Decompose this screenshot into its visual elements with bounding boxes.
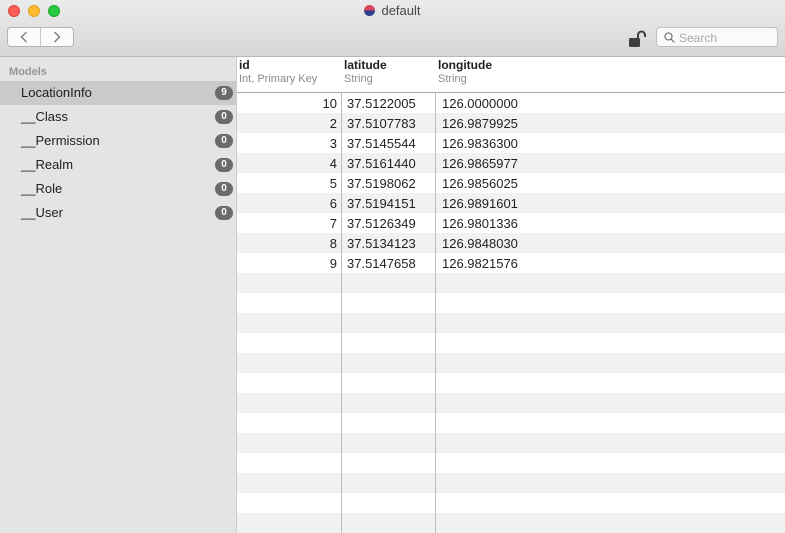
- search-input[interactable]: [679, 30, 773, 45]
- cell-longitude[interactable]: 126.9865977: [442, 156, 518, 171]
- cell-longitude[interactable]: 126.9801336: [442, 216, 518, 231]
- table-row[interactable]: 2 37.5107783 126.9879925: [237, 113, 785, 133]
- back-button[interactable]: [8, 28, 41, 46]
- column-header-latitude[interactable]: latitude String: [342, 57, 435, 93]
- cell-longitude[interactable]: 126.9836300: [442, 136, 518, 151]
- column-type: String: [344, 73, 373, 85]
- sidebar-item-label: __Permission: [21, 133, 100, 148]
- table-row[interactable]: 9 37.5147658 126.9821576: [237, 253, 785, 273]
- cell-latitude[interactable]: 37.5147658: [347, 256, 416, 271]
- cell-id[interactable]: 2: [237, 116, 337, 131]
- table-row[interactable]: 3 37.5145544 126.9836300: [237, 133, 785, 153]
- cell-latitude[interactable]: 37.5134123: [347, 236, 416, 251]
- window-title: default: [381, 3, 421, 18]
- column-type: Int, Primary Key: [239, 73, 318, 85]
- table-rows: 10 37.5122005 126.0000000 2 37.5107783 1…: [237, 93, 785, 533]
- cell-id[interactable]: 6: [237, 196, 337, 211]
- count-badge: 0: [215, 182, 233, 196]
- cell-longitude[interactable]: 126.0000000: [442, 96, 518, 111]
- count-badge: 9: [215, 86, 233, 100]
- sidebar-item-class[interactable]: __Class 0: [0, 105, 236, 129]
- cell-id[interactable]: 5: [237, 176, 337, 191]
- table-row[interactable]: 4 37.5161440 126.9865977: [237, 153, 785, 173]
- table-row[interactable]: 5 37.5198062 126.9856025: [237, 173, 785, 193]
- sidebar-item-label: __Class: [21, 109, 68, 124]
- cell-id[interactable]: 7: [237, 216, 337, 231]
- title-bar: default: [0, 0, 785, 57]
- count-badge: 0: [215, 110, 233, 124]
- cell-latitude[interactable]: 37.5122005: [347, 96, 416, 111]
- models-list: LocationInfo 9 __Class 0 __Permission 0 …: [0, 81, 236, 225]
- cell-id[interactable]: 3: [237, 136, 337, 151]
- sidebar-heading: Models: [9, 66, 47, 78]
- chevron-left-icon: [20, 31, 27, 43]
- cell-id[interactable]: 9: [237, 256, 337, 271]
- cell-longitude[interactable]: 126.9891601: [442, 196, 518, 211]
- column-type: String: [438, 73, 467, 85]
- sidebar-item-user[interactable]: __User 0: [0, 201, 236, 225]
- models-sidebar: Models LocationInfo 9 __Class 0 __Permis…: [0, 57, 237, 533]
- cell-latitude[interactable]: 37.5161440: [347, 156, 416, 171]
- count-badge: 0: [215, 158, 233, 172]
- cell-longitude[interactable]: 126.9848030: [442, 236, 518, 251]
- column-divider[interactable]: [435, 93, 436, 533]
- table-row[interactable]: 10 37.5122005 126.0000000: [237, 93, 785, 113]
- table-row[interactable]: 8 37.5134123 126.9848030: [237, 233, 785, 253]
- search-icon: [664, 32, 675, 43]
- cell-id[interactable]: 4: [237, 156, 337, 171]
- column-divider[interactable]: [341, 93, 342, 533]
- sidebar-item-label: __Role: [21, 181, 63, 196]
- sidebar-item-permission[interactable]: __Permission 0: [0, 129, 236, 153]
- cell-latitude[interactable]: 37.5198062: [347, 176, 416, 191]
- realm-file-icon: [364, 5, 376, 16]
- sidebar-item-label: LocationInfo: [21, 85, 92, 100]
- search-field[interactable]: [656, 27, 778, 47]
- cell-latitude[interactable]: 37.5126349: [347, 216, 416, 231]
- sidebar-item-label: __Realm: [21, 157, 74, 172]
- forward-button[interactable]: [41, 28, 73, 46]
- unlock-icon[interactable]: [628, 30, 648, 48]
- cell-id[interactable]: 10: [237, 96, 337, 111]
- cell-latitude[interactable]: 37.5194151: [347, 196, 416, 211]
- cell-longitude[interactable]: 126.9856025: [442, 176, 518, 191]
- cell-id[interactable]: 8: [237, 236, 337, 251]
- sidebar-item-label: __User: [21, 205, 63, 220]
- cell-longitude[interactable]: 126.9821576: [442, 256, 518, 271]
- column-name: id: [239, 58, 250, 72]
- count-badge: 0: [215, 206, 233, 220]
- column-header-longitude[interactable]: longitude String: [436, 57, 556, 93]
- column-name: longitude: [438, 58, 492, 72]
- sidebar-item-role[interactable]: __Role 0: [0, 177, 236, 201]
- sidebar-item-realm[interactable]: __Realm 0: [0, 153, 236, 177]
- cell-longitude[interactable]: 126.9879925: [442, 116, 518, 131]
- cell-latitude[interactable]: 37.5145544: [347, 136, 416, 151]
- chevron-right-icon: [54, 31, 61, 43]
- column-name: latitude: [344, 58, 387, 72]
- column-header-id[interactable]: id Int, Primary Key: [237, 57, 341, 93]
- navigation-buttons: [7, 27, 74, 47]
- object-table: id Int, Primary Key latitude String long…: [237, 57, 785, 533]
- sidebar-item-locationinfo[interactable]: LocationInfo 9: [0, 81, 236, 105]
- count-badge: 0: [215, 134, 233, 148]
- window-title-container: default: [0, 3, 785, 18]
- table-row[interactable]: 7 37.5126349 126.9801336: [237, 213, 785, 233]
- table-row[interactable]: 6 37.5194151 126.9891601: [237, 193, 785, 213]
- cell-latitude[interactable]: 37.5107783: [347, 116, 416, 131]
